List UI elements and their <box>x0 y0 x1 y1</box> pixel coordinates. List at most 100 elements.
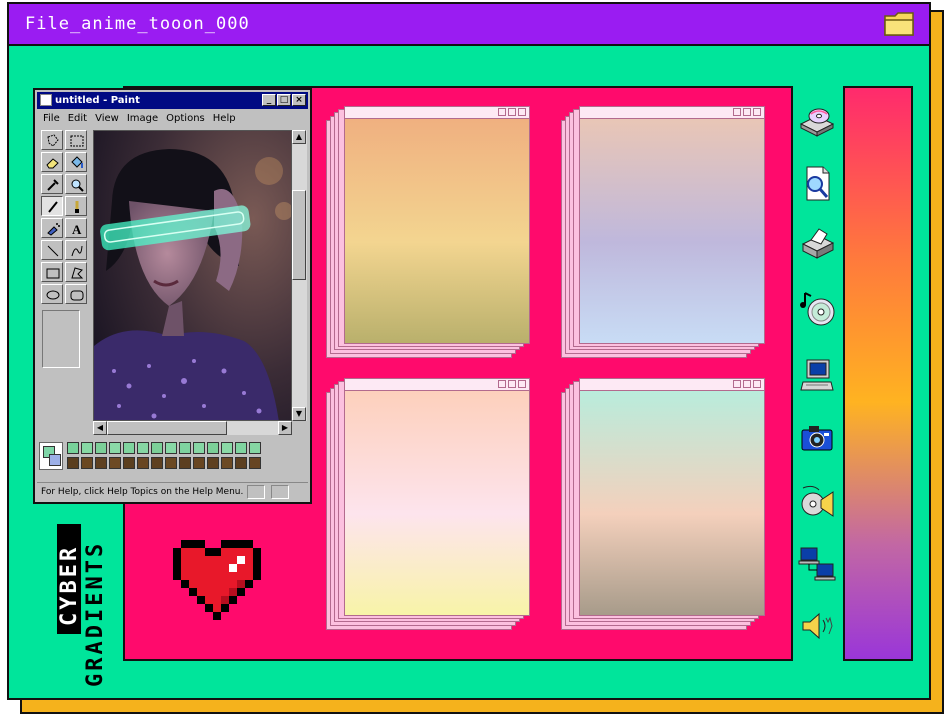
palette-swatch[interactable] <box>193 457 205 469</box>
polygon-tool[interactable] <box>65 262 87 282</box>
airbrush-tool[interactable] <box>41 218 63 238</box>
palette-swatch[interactable] <box>221 457 233 469</box>
palette-swatch[interactable] <box>151 442 163 454</box>
gradient-window-2[interactable] <box>561 106 775 358</box>
ellipse-tool[interactable] <box>41 284 63 304</box>
palette-swatch[interactable] <box>179 442 191 454</box>
paint-canvas[interactable] <box>93 130 292 421</box>
text-tool[interactable]: A <box>65 218 87 238</box>
pencil-tool[interactable] <box>41 196 63 216</box>
horizontal-scrollbar[interactable]: ◀ ▶ <box>93 421 292 435</box>
menu-image[interactable]: Image <box>127 111 158 126</box>
maximize-button[interactable]: □ <box>277 94 291 106</box>
fill-tool[interactable] <box>65 152 87 172</box>
current-colors[interactable] <box>39 442 63 470</box>
menu-view[interactable]: View <box>95 111 119 126</box>
line-tool[interactable] <box>41 240 63 260</box>
scroll-right-button[interactable]: ▶ <box>278 421 292 435</box>
palette-swatch[interactable] <box>67 442 79 454</box>
palette-swatch[interactable] <box>81 442 93 454</box>
svg-text:A: A <box>72 222 82 237</box>
camera-icon[interactable] <box>797 418 837 458</box>
vertical-scrollbar[interactable]: ▲ ▼ <box>292 130 307 421</box>
rounded-rect-tool[interactable] <box>65 284 87 304</box>
palette-swatch[interactable] <box>123 457 135 469</box>
curve-tool[interactable] <box>65 240 87 260</box>
scroll-thumb[interactable] <box>292 190 306 280</box>
find-file-icon[interactable] <box>797 164 837 204</box>
palette-swatch[interactable] <box>123 442 135 454</box>
palette-swatch[interactable] <box>165 457 177 469</box>
palette-swatch[interactable] <box>81 457 93 469</box>
palette-swatch[interactable] <box>249 457 261 469</box>
card-title-bar[interactable] <box>345 107 529 119</box>
tool-options-box[interactable] <box>42 310 80 368</box>
scroll-left-button[interactable]: ◀ <box>93 421 107 435</box>
palette-swatch[interactable] <box>249 442 261 454</box>
palette-swatch[interactable] <box>109 457 121 469</box>
palette-swatch[interactable] <box>95 457 107 469</box>
minimize-icon[interactable] <box>733 380 741 388</box>
menu-edit[interactable]: Edit <box>68 111 87 126</box>
palette-swatch[interactable] <box>67 457 79 469</box>
free-select-tool[interactable] <box>41 130 63 150</box>
title-bar: File_anime_tooon_000 <box>9 4 929 46</box>
card-title-bar[interactable] <box>580 379 764 391</box>
palette-swatch[interactable] <box>235 457 247 469</box>
palette-swatch[interactable] <box>207 457 219 469</box>
rect-select-tool[interactable] <box>65 130 87 150</box>
speaker-icon[interactable] <box>797 606 837 646</box>
media-player-icon[interactable] <box>797 482 837 522</box>
palette-swatch[interactable] <box>207 442 219 454</box>
scroll-down-button[interactable]: ▼ <box>292 407 306 421</box>
eraser-tool[interactable] <box>41 152 63 172</box>
card-title-bar[interactable] <box>345 379 529 391</box>
color-picker-tool[interactable] <box>41 174 63 194</box>
cd-drive-icon[interactable] <box>797 102 837 142</box>
minimize-button[interactable]: _ <box>262 94 276 106</box>
menu-help[interactable]: Help <box>213 111 236 126</box>
palette-swatch[interactable] <box>221 442 233 454</box>
maximize-icon[interactable] <box>508 380 516 388</box>
close-icon[interactable] <box>753 108 761 116</box>
maximize-icon[interactable] <box>743 380 751 388</box>
printer-icon[interactable] <box>797 224 837 264</box>
paint-window[interactable]: untitled - Paint _ □ × File Edit View Im… <box>33 88 312 504</box>
palette-swatch[interactable] <box>137 442 149 454</box>
brush-tool[interactable] <box>65 196 87 216</box>
gradient-window-3[interactable] <box>326 378 540 630</box>
palette-swatch[interactable] <box>193 442 205 454</box>
palette-swatch[interactable] <box>137 457 149 469</box>
palette-swatch[interactable] <box>95 442 107 454</box>
rectangle-tool[interactable] <box>41 262 63 282</box>
scroll-up-button[interactable]: ▲ <box>292 130 306 144</box>
palette-swatch[interactable] <box>151 457 163 469</box>
palette-swatch[interactable] <box>235 442 247 454</box>
palette-swatch[interactable] <box>179 457 191 469</box>
minimize-icon[interactable] <box>498 380 506 388</box>
maximize-icon[interactable] <box>508 108 516 116</box>
palette-swatch[interactable] <box>165 442 177 454</box>
gradient-window-1[interactable] <box>326 106 540 358</box>
scroll-thumb-h[interactable] <box>107 421 227 435</box>
gradient-window-4[interactable] <box>561 378 775 630</box>
computer-icon[interactable] <box>797 356 837 396</box>
close-icon[interactable] <box>518 380 526 388</box>
menu-options[interactable]: Options <box>166 111 205 126</box>
network-icon[interactable] <box>797 544 837 584</box>
close-button[interactable]: × <box>292 94 306 106</box>
music-cd-icon[interactable] <box>797 288 837 328</box>
maximize-icon[interactable] <box>743 108 751 116</box>
close-icon[interactable] <box>518 108 526 116</box>
paint-title-bar[interactable]: untitled - Paint _ □ × <box>37 92 308 109</box>
minimize-icon[interactable] <box>733 108 741 116</box>
card-title-bar[interactable] <box>580 107 764 119</box>
folder-icon[interactable] <box>883 10 915 38</box>
magnifier-tool[interactable] <box>65 174 87 194</box>
status-cell-size <box>271 485 289 499</box>
status-text: For Help, click Help Topics on the Help … <box>41 487 244 497</box>
menu-file[interactable]: File <box>43 111 60 126</box>
close-icon[interactable] <box>753 380 761 388</box>
palette-swatch[interactable] <box>109 442 121 454</box>
minimize-icon[interactable] <box>498 108 506 116</box>
